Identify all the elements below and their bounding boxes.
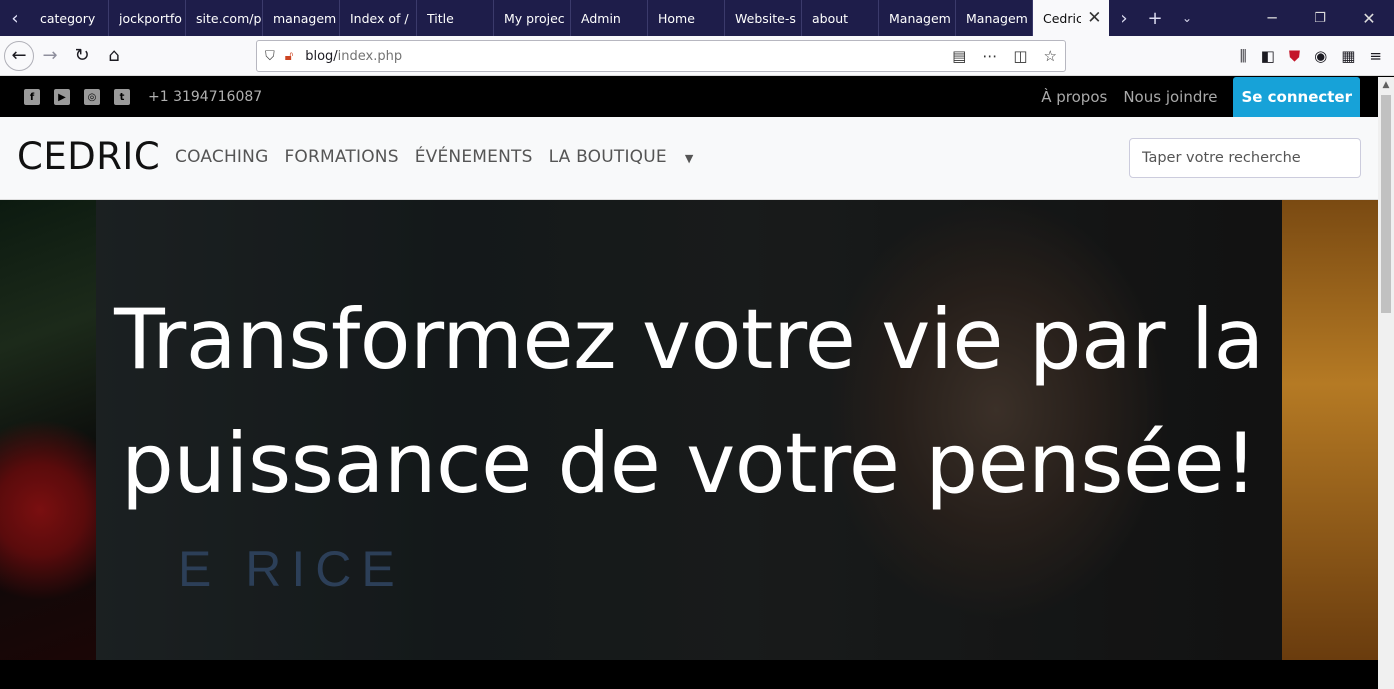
reader-view-icon[interactable]: ▤ [952,47,966,65]
tab-label: managem [273,10,337,26]
tab-label: Index of / [350,10,409,26]
tab-label: Managem [889,10,951,26]
tab-my-project[interactable]: My projec [494,0,571,36]
account-icon[interactable]: ◉ [1314,47,1327,65]
hero-headline: Transformez votre vie par la puissance d… [114,291,1264,512]
login-button[interactable]: Se connecter [1233,77,1360,117]
facebook-icon[interactable]: f [24,89,40,105]
tab-label: Admin [581,10,621,26]
restore-icon[interactable]: ❐ [1296,0,1344,36]
tab-label: Home [658,10,695,26]
tab-home[interactable]: Home [648,0,725,36]
tab-management-2[interactable]: Managem [879,0,956,36]
tab-label: jockportfo [119,10,182,26]
menu-item-boutique-label: LA BOUTIQUE [548,147,667,167]
menu-item-coaching[interactable]: COACHING [175,147,268,167]
tab-website[interactable]: Website-s [725,0,802,36]
page-actions-icon[interactable]: ⋯ [982,47,997,65]
tracking-shield-icon[interactable]: ⛉ [265,49,275,64]
tab-label: about [812,10,849,26]
tab-cedric-active[interactable]: Cedric ✕ [1033,0,1109,36]
scroll-up-icon[interactable]: ▲ [1378,77,1394,93]
tab-about[interactable]: about [802,0,879,36]
page-scrollbar[interactable]: ▲ [1378,77,1394,689]
url-text[interactable]: blog/index.php [305,49,402,64]
menu-item-formations[interactable]: FORMATIONS [284,147,398,167]
tab-label: Cedric [1043,10,1082,26]
tab-label: category [40,10,96,26]
instagram-icon[interactable]: ◎ [84,89,100,105]
url-host: blog/ [305,48,338,64]
social-links: f ▶ ◎ t [24,89,130,105]
pocket-icon[interactable]: ◫ [1013,47,1027,65]
home-icon[interactable]: ⌂ [98,40,130,72]
topbar-links: À propos Nous joindre Se connecter [1041,77,1360,117]
tab-title[interactable]: Title [417,0,494,36]
forward-arrow-icon[interactable]: → [34,40,66,72]
bookmark-star-icon[interactable]: ☆ [1044,47,1057,65]
tabstrip-spacer [1203,0,1248,36]
about-link[interactable]: À propos [1041,88,1107,106]
insecure-lock-icon[interactable]: 🔓︎ [285,49,293,64]
url-path: index.php [337,48,403,64]
site-brand[interactable]: CEDRIC [17,135,160,178]
close-tab-icon[interactable]: ✕ [1087,8,1101,28]
tab-jockportfolio[interactable]: jockportfo [109,0,186,36]
menu-item-boutique[interactable]: LA BOUTIQUE ▼ [549,147,694,167]
browser-toolbar: ← → ↻ ⌂ ⛉ 🔓︎ blog/index.php ▤ ⋯ ◫ ☆ ⫼ ◧ … [0,36,1394,76]
main-menu: COACHING FORMATIONS ÉVÉNEMENTS LA BOUTIQ… [175,147,694,167]
back-arrow-icon[interactable]: ← [4,40,34,71]
menu-item-evenements[interactable]: ÉVÉNEMENTS [415,147,533,167]
tab-label: site.com/p [196,10,262,26]
tab-label: Website-s [735,10,796,26]
page-viewport: f ▶ ◎ t +1 3194716087 À propos Nous join… [0,77,1378,689]
tab-management-1[interactable]: managem [263,0,340,36]
youtube-icon[interactable]: ▶ [54,89,70,105]
hero-watermark: E RICE [178,541,405,597]
library-icon[interactable]: ⫼ [1240,47,1247,65]
tab-site[interactable]: site.com/p [186,0,263,36]
url-bar-actions: ▤ ⋯ ◫ ☆ [952,41,1057,71]
tab-admin[interactable]: Admin [571,0,648,36]
tab-scroll-right-icon[interactable]: › [1109,0,1139,36]
hero-right-image [1282,200,1378,660]
tab-category[interactable]: category [30,0,109,36]
phone-number: +1 3194716087 [148,89,263,105]
url-bar[interactable]: ⛉ 🔓︎ blog/index.php ▤ ⋯ ◫ ☆ [256,40,1066,72]
new-tab-icon[interactable]: + [1139,0,1171,36]
tab-management-3[interactable]: Managem [956,0,1033,36]
menu-hamburger-icon[interactable]: ≡ [1369,47,1382,65]
tab-scroll-left-icon[interactable]: ‹ [0,0,30,36]
close-window-icon[interactable]: ✕ [1344,0,1394,36]
extensions-icon[interactable]: ▦ [1341,47,1355,65]
search-input[interactable] [1129,138,1361,178]
browser-tab-strip: ‹ category jockportfo site.com/p managem… [0,0,1394,36]
reload-icon[interactable]: ↻ [66,40,98,72]
tab-label: Managem [966,10,1028,26]
sidebar-icon[interactable]: ◧ [1261,47,1275,65]
twitter-icon[interactable]: t [114,89,130,105]
toolbar-right-icons: ⫼ ◧ ⛊ ◉ ▦ ≡ [1240,40,1382,72]
list-all-tabs-icon[interactable]: ⌄ [1171,0,1203,36]
hero-section: E RICE Transformez votre vie par la puis… [0,200,1378,689]
dropdown-caret-icon[interactable]: ▼ [685,152,694,165]
site-navbar: CEDRIC COACHING FORMATIONS ÉVÉNEMENTS LA… [0,117,1378,200]
hero-left-image [0,200,96,660]
scrollbar-thumb[interactable] [1381,95,1391,313]
site-topbar: f ▶ ◎ t +1 3194716087 À propos Nous join… [0,77,1378,117]
tab-label: Title [427,10,454,26]
ublock-icon[interactable]: ⛊ [1289,47,1300,65]
minimize-icon[interactable]: ─ [1248,0,1296,36]
tab-index-of[interactable]: Index of / [340,0,417,36]
contact-link[interactable]: Nous joindre [1123,88,1217,106]
tab-label: My projec [504,10,565,26]
